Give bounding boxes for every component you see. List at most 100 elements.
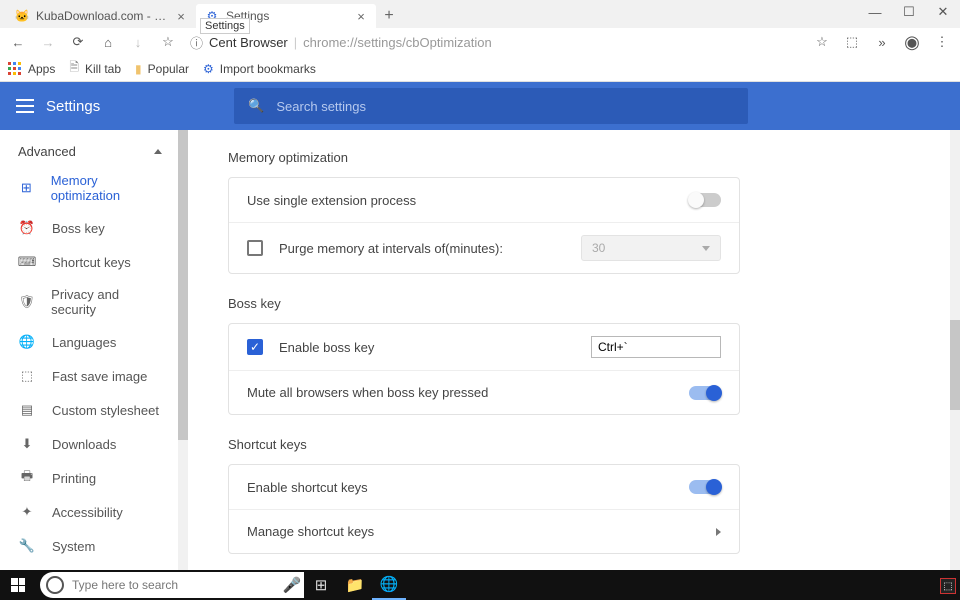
row-label: Manage shortcut keys (247, 524, 374, 539)
row-single-extension[interactable]: Use single extension process (229, 178, 739, 222)
bookmark-label: Apps (28, 62, 55, 76)
profile-button[interactable]: ◉ (900, 30, 924, 54)
content-scrollbar-track[interactable] (950, 130, 960, 592)
mic-icon[interactable]: 🎤 (280, 572, 304, 598)
sidebar-section-advanced[interactable]: Advanced (0, 138, 180, 165)
bookmark-label: Import bookmarks (220, 62, 316, 76)
bookmark-popular[interactable]: ▮ Popular (135, 62, 189, 76)
bookmark-label: Kill tab (85, 62, 121, 76)
browser-button[interactable]: 🌐 (372, 570, 406, 600)
alarm-icon: ⏰ (18, 219, 36, 237)
close-icon[interactable]: × (174, 9, 188, 23)
boss-key-field[interactable] (591, 336, 721, 358)
chevron-down-icon (702, 246, 710, 251)
bookmark-import[interactable]: ⚙ Import bookmarks (203, 62, 316, 76)
checkbox-enable-boss[interactable]: ✓ (247, 339, 263, 355)
omnibox-site: Cent Browser (209, 35, 288, 50)
section-title-boss: Boss key (228, 296, 740, 311)
menu-button[interactable]: ⋮ (930, 30, 954, 54)
row-manage-shortcut[interactable]: Manage shortcut keys (229, 509, 739, 553)
back-button[interactable]: ← (6, 30, 30, 54)
nav-toolbar: ← → ⟳ ⌂ ↓ ☆ ⓘ Cent Browser | chrome://se… (0, 28, 960, 56)
folder-icon: ▮ (135, 62, 142, 76)
sidebar-item-label: Privacy and security (51, 287, 162, 317)
page-title: Settings (46, 98, 100, 115)
checkbox-purge[interactable] (247, 240, 263, 256)
qr-button[interactable]: ⬚ (840, 30, 864, 54)
row-label: Purge memory at intervals of(minutes): (279, 241, 503, 256)
tray-icon[interactable]: ⬚ (940, 578, 956, 594)
tab-kuba[interactable]: 🐱 KubaDownload.com - downloa × (6, 4, 196, 28)
reload-button[interactable]: ⟳ (66, 30, 90, 54)
bookmark-killtab[interactable]: 🗎 Kill tab (69, 58, 121, 79)
chevron-button[interactable]: » (870, 30, 894, 54)
sidebar-item-fastsave[interactable]: ⬚Fast save image (0, 359, 180, 393)
minimize-button[interactable]: — (858, 0, 892, 24)
wrench-icon: 🔧 (18, 537, 36, 555)
tab-title: KubaDownload.com - downloa (36, 9, 168, 23)
omnibox-sep: | (294, 35, 297, 50)
forward-button[interactable]: → (36, 30, 60, 54)
sidebar-scrollbar-track[interactable] (178, 130, 188, 592)
favicon-icon: 🐱 (14, 8, 30, 24)
sidebar-item-downloads[interactable]: ⬇Downloads (0, 427, 180, 461)
bookmark-star-button[interactable]: ☆ (810, 30, 834, 54)
card-shortcut: Enable shortcut keys Manage shortcut key… (228, 464, 740, 554)
sidebar-item-label: Boss key (52, 221, 105, 236)
search-input[interactable] (276, 99, 734, 114)
keyboard-icon: ⌨ (18, 253, 36, 271)
content-area: Memory optimization Use single extension… (188, 130, 960, 592)
tab-tooltip: Settings (200, 18, 250, 34)
sidebar-item-shortcut[interactable]: ⌨ Shortcut keys (0, 245, 180, 279)
accessibility-icon: ✦ (18, 503, 36, 521)
shield-icon: 🛡 (18, 293, 35, 311)
image-icon: ⬚ (18, 367, 36, 385)
row-label: Mute all browsers when boss key pressed (247, 385, 488, 400)
start-button[interactable] (0, 570, 36, 600)
sidebar-item-accessibility[interactable]: ✦Accessibility (0, 495, 180, 529)
cortana-icon (46, 576, 64, 594)
sidebar-item-label: Memory optimization (51, 173, 162, 203)
window-controls: — ☐ ✕ (858, 0, 960, 24)
settings-search[interactable]: 🔍 (234, 88, 748, 124)
hamburger-button[interactable] (14, 95, 36, 117)
maximize-button[interactable]: ☐ (892, 0, 926, 24)
content-scrollbar-thumb[interactable] (950, 320, 960, 410)
sidebar-item-label: Languages (52, 335, 116, 350)
sidebar-item-languages[interactable]: 🌐Languages (0, 325, 180, 359)
toggle-mute[interactable] (689, 386, 721, 400)
sidebar-item-boss[interactable]: ⏰ Boss key (0, 211, 180, 245)
bookmark-apps[interactable]: Apps (8, 62, 55, 76)
section-title-memory: Memory optimization (228, 150, 740, 165)
row-mute-browsers[interactable]: Mute all browsers when boss key pressed (229, 370, 739, 414)
taskbar: Type here to search 🎤 ⊞ 📁 🌐 ⬚ (0, 570, 960, 600)
sidebar-item-label: Shortcut keys (52, 255, 131, 270)
card-boss: ✓ Enable boss key Mute all browsers when… (228, 323, 740, 415)
new-tab-button[interactable]: + (376, 4, 402, 28)
sidebar-scrollbar-thumb[interactable] (178, 130, 188, 440)
sidebar: Advanced ⊞Memory optimization ⏰Boss key … (0, 130, 180, 592)
star-button[interactable]: ☆ (156, 30, 180, 54)
taskview-button[interactable]: ⊞ (304, 570, 338, 600)
apps-grid-icon (8, 62, 22, 76)
toggle-shortcut[interactable] (689, 480, 721, 494)
row-enable-shortcut[interactable]: Enable shortcut keys (229, 465, 739, 509)
address-bar[interactable]: ⓘ Cent Browser | chrome://settings/cbOpt… (186, 33, 804, 52)
sidebar-item-privacy[interactable]: 🛡 Privacy and security (0, 279, 180, 325)
download-button[interactable]: ↓ (126, 30, 150, 54)
close-icon[interactable]: × (354, 9, 368, 23)
section-title-shortcut: Shortcut keys (228, 437, 740, 452)
sidebar-item-printing[interactable]: 🖶Printing (0, 461, 180, 495)
home-button[interactable]: ⌂ (96, 30, 120, 54)
download-icon: ⬇ (18, 435, 36, 453)
explorer-button[interactable]: 📁 (338, 570, 372, 600)
dropdown-interval[interactable]: 30 (581, 235, 721, 261)
sidebar-item-memory[interactable]: ⊞Memory optimization (0, 165, 180, 211)
main-area: Advanced ⊞Memory optimization ⏰Boss key … (0, 130, 960, 592)
info-icon: ⓘ (190, 33, 203, 52)
toggle-single-extension[interactable] (689, 193, 721, 207)
sidebar-item-system[interactable]: 🔧System (0, 529, 180, 563)
taskbar-search[interactable]: Type here to search (40, 572, 280, 598)
sidebar-item-stylesheet[interactable]: ▤Custom stylesheet (0, 393, 180, 427)
close-window-button[interactable]: ✕ (926, 0, 960, 24)
